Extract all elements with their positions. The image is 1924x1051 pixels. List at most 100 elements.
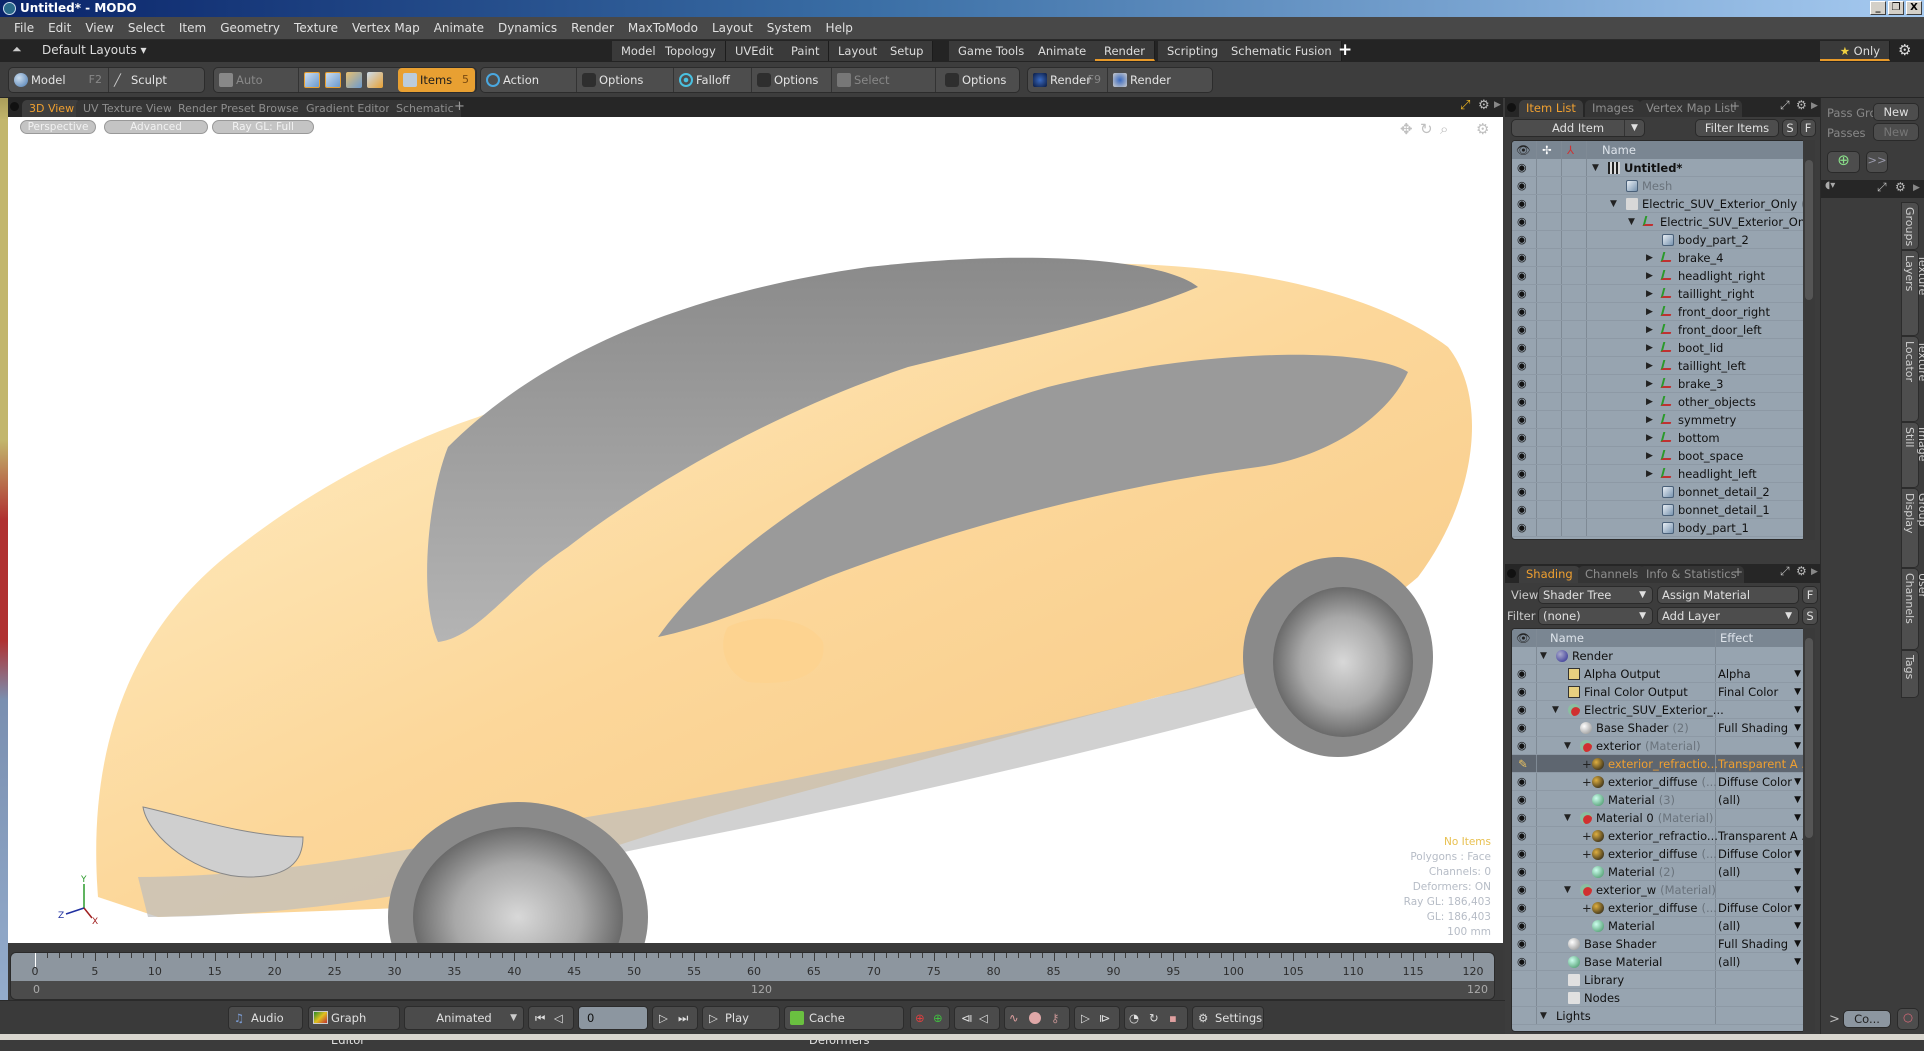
collapse-arrow-icon[interactable]: ⏶ [12,42,22,57]
tab-item-list[interactable]: Item List [1519,100,1583,117]
menu-layout[interactable]: Layout [705,17,760,40]
effect-dropdown-icon[interactable]: ▼ [1794,737,1801,755]
effect-value[interactable]: Diffuse Color [1718,773,1792,791]
key-tool-1-icon[interactable]: ◔ [1129,1007,1139,1029]
item-list-row[interactable]: ◉ ▶ brake_4 [1512,249,1805,267]
key-curve-icon[interactable]: ∿ [1009,1007,1019,1029]
expand-arrow-icon[interactable]: ▶ [1646,465,1653,483]
shader-tree-row[interactable]: ◉ Alpha Output Alpha ▼ [1512,665,1805,683]
visibility-eye-icon[interactable]: ◉ [1517,827,1527,845]
s-button[interactable]: S [1782,119,1798,137]
visibility-eye-icon[interactable]: ◉ [1517,881,1527,899]
visibility-eye-icon[interactable]: ◉ [1517,719,1527,737]
item-list-row[interactable]: ◉ ▶ boot_space [1512,447,1805,465]
expand-arrow-icon[interactable]: ▶ [1646,429,1653,447]
visibility-eye-icon[interactable]: ◉ [1517,249,1527,267]
visibility-eye-icon[interactable]: ◉ [1517,321,1527,339]
visibility-eye-icon[interactable]: ◉ [1517,267,1527,285]
time-ruler[interactable]: 0 5 10 15 20 25 30 35 40 45 50 55 60 65 70 75 80 85 90 95 10… [10,952,1495,1000]
visibility-eye-icon[interactable]: ◉ [1517,465,1527,483]
ray-gl-pill[interactable]: Ray GL: Full [212,120,314,134]
effect-value[interactable]: (all) [1718,791,1740,809]
add-view-tab-button[interactable]: + [454,99,465,114]
prev-key-frame-icon[interactable]: ⧏ [961,1007,973,1029]
prev-key-alt-icon[interactable]: ◁ [979,1007,988,1029]
maximize-icon[interactable]: ⤢ [1780,564,1790,579]
arrow-right-icon[interactable]: ▶ [1811,567,1818,577]
menu-item[interactable]: Item [172,17,213,40]
key-tool-3-icon[interactable]: ▪ [1169,1007,1177,1029]
expand-plus-icon[interactable]: + [1582,755,1592,773]
shader-tree-row[interactable]: ▼ Render [1512,647,1805,665]
collapse-arrow-icon[interactable]: ▼ [1564,809,1571,827]
expand-arrow-icon[interactable]: ▶ [1646,303,1653,321]
more-button[interactable]: >> [1866,151,1888,173]
key-all-icon[interactable]: ⚷ [1051,1007,1059,1029]
layout-tab-topology[interactable]: Topology [656,41,726,61]
visibility-eye-icon[interactable]: ◉ [1517,665,1527,683]
action-center-button[interactable]: Action Center [481,68,577,111]
visibility-eye-icon[interactable]: ◉ [1517,809,1527,827]
side-tab-tags[interactable]: Tags [1901,650,1919,698]
shader-tree-row[interactable]: ◉ Base Material (all) ▼ [1512,953,1805,971]
view-tab-render-preset-browser[interactable]: Render Preset Browser [171,100,311,117]
name-column-header[interactable]: Name [1550,629,1584,647]
menu-view[interactable]: View [78,17,120,40]
visibility-eye-icon[interactable]: ◉ [1517,411,1527,429]
expand-arrow-icon[interactable]: ▶ [1646,267,1653,285]
viewport-gear-icon[interactable]: ⚙ [1476,120,1489,138]
model-button[interactable]: Model F2 [9,68,109,92]
brush-icon[interactable]: ✎ [1518,755,1528,773]
visibility-eye-icon[interactable]: ◉ [1517,519,1527,537]
visibility-eye-icon[interactable]: ◉ [1517,483,1527,501]
expand-arrow-icon[interactable]: ▶ [1646,285,1653,303]
gear-icon[interactable]: ⚙ [1796,564,1807,578]
menu-render[interactable]: Render [564,17,621,40]
filter-dropdown[interactable]: (none) ▼ [1538,607,1653,625]
last-frame-button[interactable]: ⏭ [678,1007,688,1029]
shader-tree-row[interactable]: Library [1512,971,1805,989]
animated-dropdown[interactable]: Animated ▼ [404,1006,524,1030]
lock-column-icon[interactable]: ✢ [1542,141,1552,159]
item-list-row[interactable]: ◉ ▶ headlight_left [1512,465,1805,483]
effect-dropdown-icon[interactable]: ▼ [1794,863,1801,881]
expand-arrow-icon[interactable]: ▶ [1646,321,1653,339]
layout-tab-scripting[interactable]: Scripting [1158,41,1229,61]
effect-value[interactable]: Final Color [1718,683,1778,701]
side-tab-image-still[interactable]: Image Still [1901,422,1924,488]
next-key-frame-icon[interactable]: ⧐ [1099,1007,1111,1029]
f-button[interactable]: F [1802,586,1818,604]
item-list-row[interactable]: ◉ ▶ front_door_right [1512,303,1805,321]
menu-select[interactable]: Select [121,17,172,40]
expand-plus-icon[interactable]: + [1582,827,1592,845]
view-dropdown[interactable]: Shader Tree ▼ [1538,586,1653,604]
prev-key-button[interactable]: ◁ [554,1007,563,1029]
item-list-row[interactable]: ◉ bonnet_detail_2 [1512,483,1805,501]
visibility-column-icon[interactable]: 👁 [1516,141,1531,159]
visibility-eye-icon[interactable]: ◉ [1517,935,1527,953]
first-frame-button[interactable]: ⏮ [535,1007,545,1029]
visibility-eye-icon[interactable]: ◉ [1517,773,1527,791]
visibility-eye-icon[interactable]: ◉ [1517,683,1527,701]
maximize-icon[interactable]: ⤢ [1460,98,1470,113]
expand-arrow-icon[interactable]: ▶ [1646,411,1653,429]
collapse-arrow-icon[interactable]: ▼ [1564,881,1571,899]
item-list-row[interactable]: ◉ bonnet_detail_1 [1512,501,1805,519]
name-column-header[interactable]: Name [1602,141,1636,159]
layout-tab-layout[interactable]: Layout [829,41,888,61]
effect-dropdown-icon[interactable]: ▼ [1794,719,1801,737]
visibility-eye-icon[interactable]: ◉ [1517,863,1527,881]
rotate-icon[interactable]: ↻ [1420,120,1433,138]
item-list-row[interactable]: ◉ body_part_2 [1512,231,1805,249]
expand-arrow-icon[interactable]: ▶ [1646,393,1653,411]
item-list-scrollbar[interactable] [1803,140,1815,540]
add-pass-button[interactable]: ⊕ [1827,151,1860,173]
item-list-row[interactable]: ◉ ▶ taillight_left [1512,357,1805,375]
effect-dropdown-icon[interactable]: ▼ [1794,701,1801,719]
audio-button[interactable]: ♫ Audio [228,1006,303,1030]
visibility-eye-icon[interactable]: ◉ [1517,737,1527,755]
scroll-thumb[interactable] [1805,638,1813,838]
item-list-row[interactable]: ◉ ▶ front_door_left [1512,321,1805,339]
materials-mode-icon[interactable] [367,72,383,88]
items-mode-button[interactable]: Items 5 [398,68,476,92]
